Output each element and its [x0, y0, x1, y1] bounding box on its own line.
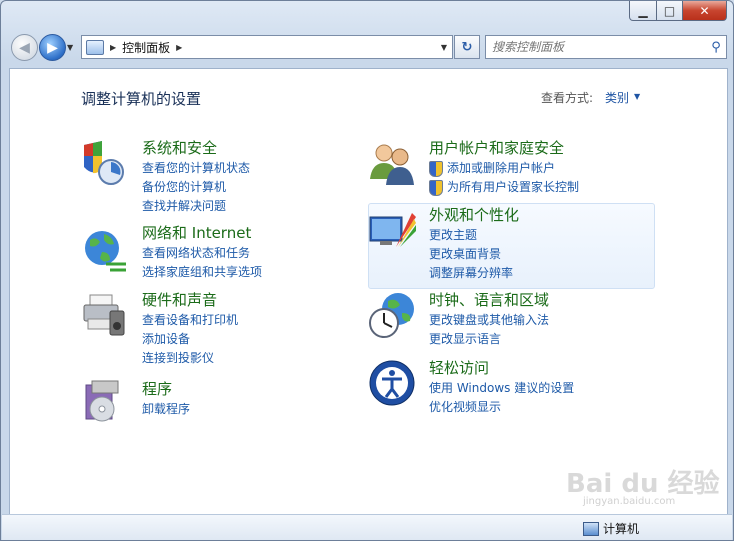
category-link[interactable]: 查看设备和打印机 [142, 311, 422, 330]
category-title[interactable]: 用户帐户和家庭安全 [429, 139, 709, 157]
hardware-sound-icon [83, 294, 125, 336]
refresh-button[interactable]: ↻ [454, 35, 480, 59]
category-clock-language-region: 时钟、语言和区域 更改键盘或其他输入法 更改显示语言 [429, 291, 709, 349]
recent-pages-dropdown[interactable]: ▼ [67, 43, 73, 52]
category-link[interactable]: 更改主题 [429, 226, 709, 245]
category-link[interactable]: 为所有用户设置家长控制 [447, 178, 579, 197]
breadcrumb-chevron-icon[interactable]: ▶ [176, 43, 182, 52]
category-link[interactable]: 更改桌面背景 [429, 245, 709, 264]
category-link[interactable]: 使用 Windows 建议的设置 [429, 379, 709, 398]
category-title[interactable]: 网络和 Internet [142, 224, 422, 242]
status-computer: 计算机 [583, 520, 639, 537]
category-appearance-personalization: 外观和个性化 更改主题 更改桌面背景 调整屏幕分辨率 [429, 206, 709, 283]
navigation-bar: ◀ ▶ ▼ ▶ 控制面板 ▶ ▼ ↻ ⚲ [9, 33, 727, 61]
back-button[interactable]: ◀ [11, 34, 38, 61]
system-security-icon [84, 141, 124, 185]
shield-icon [429, 160, 443, 177]
category-link[interactable]: 更改显示语言 [429, 330, 709, 349]
category-hardware-sound: 硬件和声音 查看设备和打印机 添加设备 连接到投影仪 [142, 291, 422, 368]
view-by-dropdown[interactable]: 类别 [605, 89, 629, 106]
forward-arrow-icon: ▶ [47, 39, 58, 56]
page-title: 调整计算机的设置 [81, 90, 202, 108]
category-link[interactable]: 选择家庭组和共享选项 [142, 263, 422, 282]
minimize-button[interactable]: ▁ [629, 1, 657, 21]
shield-icon [429, 179, 443, 196]
category-ease-of-access: 轻松访问 使用 Windows 建议的设置 优化视频显示 [429, 359, 709, 417]
network-internet-icon [85, 231, 126, 272]
search-input[interactable] [486, 38, 706, 56]
status-computer-label: 计算机 [603, 522, 640, 536]
category-link[interactable]: 添加或删除用户帐户 [447, 159, 555, 178]
control-panel-icon [86, 39, 104, 55]
refresh-icon: ↻ [461, 39, 473, 55]
address-bar[interactable]: ▶ 控制面板 ▶ ▼ [81, 35, 453, 59]
category-link-with-shield[interactable]: 添加或删除用户帐户 [429, 159, 709, 178]
category-link[interactable]: 查看您的计算机状态 [142, 159, 422, 178]
watermark-url: jingyan.baidu.com [583, 496, 676, 507]
caption-buttons: ▁ □ ✕ [629, 1, 727, 21]
breadcrumb-chevron-icon[interactable]: ▶ [110, 43, 116, 52]
category-title[interactable]: 轻松访问 [429, 359, 709, 377]
status-bar: 计算机 [2, 514, 732, 540]
category-title[interactable]: 硬件和声音 [142, 291, 422, 309]
category-title[interactable]: 时钟、语言和区域 [429, 291, 709, 309]
address-dropdown-icon[interactable]: ▼ [436, 43, 452, 52]
category-title[interactable]: 程序 [142, 380, 422, 398]
category-link[interactable]: 查看网络状态和任务 [142, 244, 422, 263]
watermark-logo: Bai du 经验 [566, 469, 720, 499]
maximize-button[interactable]: □ [657, 1, 683, 21]
breadcrumb[interactable]: 控制面板 [122, 39, 170, 56]
category-user-accounts: 用户帐户和家庭安全 添加或删除用户帐户 为所有用户设置家长控制 [429, 139, 709, 197]
category-link[interactable]: 更改键盘或其他输入法 [429, 311, 709, 330]
view-by-label: 查看方式: [541, 91, 594, 105]
search-icon[interactable]: ⚲ [706, 40, 726, 55]
category-title[interactable]: 系统和安全 [142, 139, 422, 157]
forward-button[interactable]: ▶ [39, 34, 66, 61]
category-link[interactable]: 添加设备 [142, 330, 422, 349]
search-box[interactable]: ⚲ [485, 35, 727, 59]
category-link[interactable]: 查找并解决问题 [142, 197, 422, 216]
main-content: 调整计算机的设置 查看方式: 类别 ▼ 系统和安全 查看您的计算机状态 备份您的… [9, 68, 728, 516]
computer-icon [583, 521, 599, 536]
category-network-internet: 网络和 Internet 查看网络状态和任务 选择家庭组和共享选项 [142, 224, 422, 282]
category-programs: 程序 卸载程序 [142, 380, 422, 419]
category-link[interactable]: 卸载程序 [142, 400, 422, 419]
close-button[interactable]: ✕ [683, 1, 727, 21]
category-system-security: 系统和安全 查看您的计算机状态 备份您的计算机 查找并解决问题 [142, 139, 422, 216]
category-link[interactable]: 调整屏幕分辨率 [429, 264, 709, 283]
view-by-chevron-icon[interactable]: ▼ [634, 92, 640, 101]
category-link[interactable]: 优化视频显示 [429, 398, 709, 417]
category-link[interactable]: 备份您的计算机 [142, 178, 422, 197]
category-link-with-shield[interactable]: 为所有用户设置家长控制 [429, 178, 709, 197]
window: ▁ □ ✕ ◀ ▶ ▼ ▶ 控制面板 ▶ ▼ ↻ ⚲ 调整计算机的设置 查看方式… [0, 0, 734, 541]
category-title[interactable]: 外观和个性化 [429, 206, 709, 224]
back-arrow-icon: ◀ [19, 39, 30, 56]
category-link[interactable]: 连接到投影仪 [142, 349, 422, 368]
programs-icon [85, 380, 119, 422]
